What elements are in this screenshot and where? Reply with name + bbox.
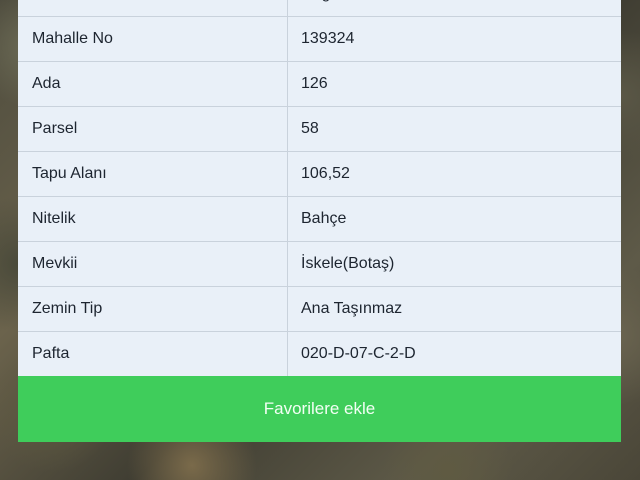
table-row-location: Mevkii İskele(Botaş) — [18, 242, 621, 287]
row-key: Pafta — [18, 332, 288, 376]
row-key: Parsel — [18, 107, 288, 151]
row-key: Mevkii — [18, 242, 288, 286]
row-value: 126 — [288, 62, 621, 106]
row-value: 106,52 — [288, 152, 621, 196]
table-row-map-sheet: Pafta 020-D-07-C-2-D — [18, 332, 621, 377]
row-key: Mahalle Adı — [18, 0, 288, 16]
table-row-block: Ada 126 — [18, 62, 621, 107]
row-key: Ada — [18, 62, 288, 106]
table-row-ground-type: Zemin Tip Ana Taşınmaz — [18, 287, 621, 332]
table-row-neighborhood-no: Mahalle No 139324 — [18, 17, 621, 62]
row-key: Zemin Tip — [18, 287, 288, 331]
row-value: 139324 — [288, 17, 621, 61]
parcel-info-table: Mahalle Adı Değirmen Mahalle No 139324 A… — [18, 0, 621, 377]
row-key: Nitelik — [18, 197, 288, 241]
row-value: İskele(Botaş) — [288, 242, 621, 286]
table-row-deed-area: Tapu Alanı 106,52 — [18, 152, 621, 197]
row-value: Ana Taşınmaz — [288, 287, 621, 331]
table-row-neighborhood-name: Mahalle Adı Değirmen — [18, 0, 621, 17]
row-value: Değirmen — [288, 0, 621, 16]
table-row-quality: Nitelik Bahçe — [18, 197, 621, 242]
row-value: 58 — [288, 107, 621, 151]
add-to-favorites-button[interactable]: Favorilere ekle — [18, 376, 621, 442]
row-key: Tapu Alanı — [18, 152, 288, 196]
row-value: Bahçe — [288, 197, 621, 241]
row-key: Mahalle No — [18, 17, 288, 61]
parcel-info-card: Mahalle Adı Değirmen Mahalle No 139324 A… — [18, 0, 621, 442]
row-value: 020-D-07-C-2-D — [288, 332, 621, 376]
table-row-parcel: Parsel 58 — [18, 107, 621, 152]
